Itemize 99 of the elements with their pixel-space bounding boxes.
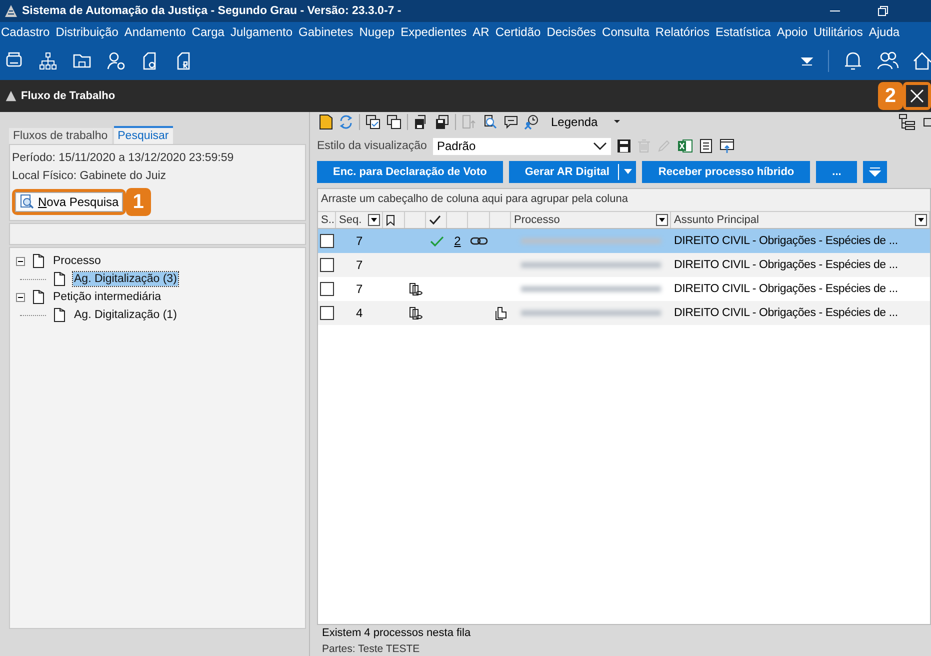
document-icon: [54, 272, 65, 286]
view-style-label: Estilo da visualização: [317, 140, 427, 152]
search-icon: [19, 194, 35, 210]
filter-caret-icon[interactable]: [915, 214, 927, 226]
sequence-cell-text: 7: [355, 233, 364, 250]
new-search-button[interactable]: Nova Pesquisa: [15, 192, 123, 212]
document-icon: [33, 290, 44, 304]
menu-item[interactable]: Cadastro: [1, 25, 50, 39]
column-header[interactable]: Processo: [511, 212, 671, 228]
row-checkbox[interactable]: [320, 258, 334, 272]
window-title: Fluxo de Trabalho: [21, 90, 116, 102]
caret-icon: [624, 169, 632, 175]
sequence-cell-text: 7: [355, 257, 364, 274]
bell-icon[interactable]: [843, 50, 863, 72]
copy-icon[interactable]: [386, 114, 402, 130]
overflow-button[interactable]: [863, 161, 888, 183]
copy-check-icon[interactable]: [365, 114, 381, 130]
expander-icon[interactable]: [16, 256, 25, 266]
home-icon[interactable]: [913, 51, 931, 71]
menu-item[interactable]: Consulta: [602, 25, 650, 39]
menu-item[interactable]: Nugep: [359, 25, 395, 39]
bookmark-icon: [386, 214, 395, 226]
row-checkbox[interactable]: [320, 282, 334, 296]
count-link[interactable]: 2: [454, 234, 461, 248]
menu-item[interactable]: Julgamento: [230, 25, 293, 39]
row-checkbox[interactable]: [320, 306, 334, 320]
person-clock-icon[interactable]: [524, 114, 540, 130]
sequence-cell-text: 4: [355, 305, 364, 322]
callout-badge: 2: [878, 82, 903, 110]
tree-item[interactable]: Ag. Digitalização (3): [73, 272, 178, 286]
save-copy-icon[interactable]: [434, 114, 450, 130]
menu-item[interactable]: Utilitários: [814, 25, 863, 39]
tree-item[interactable]: Processo: [52, 254, 102, 268]
tree-view-icon[interactable]: [898, 113, 916, 131]
table-cell-text: DIREITO CIVIL - Obrigações - Espécies de ...: [673, 258, 899, 273]
refresh-icon[interactable]: [338, 114, 354, 130]
collapse-icon: [869, 167, 882, 177]
table-cell-text: DIREITO CIVIL - Obrigações - Espécies de ...: [673, 234, 899, 249]
menu-item[interactable]: Apoio: [776, 25, 808, 39]
document-icon: [54, 308, 65, 322]
users-icon[interactable]: [877, 51, 899, 71]
comment-icon[interactable]: [503, 114, 519, 130]
sequence-cell-text: 7: [355, 281, 364, 298]
document-icon[interactable]: [698, 138, 713, 154]
action-button[interactable]: ...: [816, 161, 858, 183]
menu-item[interactable]: Decisões: [546, 25, 596, 39]
chevron-icon: [592, 142, 607, 150]
menu-item[interactable]: Ajuda: [868, 25, 900, 39]
tree-item[interactable]: Ag. Digitalização (1): [73, 308, 178, 322]
check-icon: [429, 215, 441, 225]
tree-item[interactable]: Petição intermediária: [52, 290, 162, 304]
menu-item[interactable]: Expedientes: [400, 25, 467, 39]
table-row[interactable]: 7 2 DIREITO CIVIL - Obrigações - Espécies de ...: [318, 229, 930, 253]
group-by-hint: Arraste um cabeçalho de coluna aqui para agrupar pela coluna: [318, 189, 930, 211]
table-row[interactable]: 7 DIREITO CIVIL - Obrigações - Espécies de ...: [318, 277, 930, 301]
table-cell-text: DIREITO CIVIL - Obrigações - Espécies de ...: [673, 306, 899, 321]
menu-item[interactable]: Relatórios: [655, 25, 710, 39]
table-row[interactable]: 4 DIREITO CIVIL - Obrigações - Espécies de ...: [318, 301, 930, 325]
menu-item[interactable]: AR: [472, 25, 490, 39]
menu-item[interactable]: Carga: [192, 25, 224, 39]
menu-item[interactable]: Gabinetes: [298, 25, 354, 39]
menu-item[interactable]: Certidão: [495, 25, 541, 39]
row-checkbox[interactable]: [320, 234, 334, 248]
expander-icon[interactable]: [16, 292, 25, 302]
tab[interactable]: Pesquisar: [114, 126, 173, 144]
split-button[interactable]: Gerar AR Digital: [508, 161, 636, 183]
table-cell-text: DIREITO CIVIL - Obrigações - Espécies de ...: [673, 282, 899, 297]
parties-text: Partes: Teste TESTE: [322, 643, 421, 655]
restore-icon[interactable]: [877, 5, 889, 17]
user-gear-icon[interactable]: [106, 51, 126, 71]
scales-logo-icon: [4, 4, 18, 18]
menu-item[interactable]: Andamento: [124, 25, 186, 39]
hierarchy-icon[interactable]: [38, 51, 58, 71]
search-info-text: Local Físico: Gabinete do Juiz: [12, 170, 168, 182]
action-button[interactable]: Enc. para Declaração de Voto: [317, 161, 503, 183]
search-document-icon[interactable]: [482, 114, 498, 130]
scales-logo-icon: [5, 90, 17, 102]
document-icon: [33, 254, 44, 268]
menu-item[interactable]: Estatística: [715, 25, 771, 39]
export-window-icon[interactable]: [718, 138, 735, 154]
column-header[interactable]: Seq.: [336, 212, 383, 228]
column-header[interactable]: S...: [318, 212, 336, 228]
app-title: Sistema de Automação da Justiça - Segundo Grau - Versão: 23.3.0-7 -: [22, 5, 402, 17]
table-row[interactable]: 7 DIREITO CIVIL - Obrigações - Espécies de ...: [318, 253, 930, 277]
view-style-select[interactable]: Padrão: [432, 138, 611, 154]
filter-caret-icon[interactable]: [656, 214, 668, 226]
filter-caret-icon[interactable]: [368, 214, 380, 226]
folder-icon[interactable]: [319, 114, 333, 130]
menu-item[interactable]: Distribuição: [56, 25, 118, 39]
save-icon[interactable]: [616, 139, 631, 153]
queue-count-text: Existem 4 processos nesta fila: [322, 627, 472, 639]
excel-icon[interactable]: [676, 138, 693, 154]
tab[interactable]: Fluxos de trabalho: [9, 128, 112, 144]
dropdown-arrow-icon[interactable]: [612, 119, 621, 125]
action-button[interactable]: Receber processo híbrido: [642, 161, 810, 183]
callout-badge: 1: [126, 188, 151, 216]
search-info-text: Período: 15/11/2020 a 13/12/2020 23:59:59: [12, 152, 235, 164]
column-header[interactable]: Assunto Principal: [671, 212, 930, 228]
legend-dropdown[interactable]: Legenda: [551, 115, 598, 129]
